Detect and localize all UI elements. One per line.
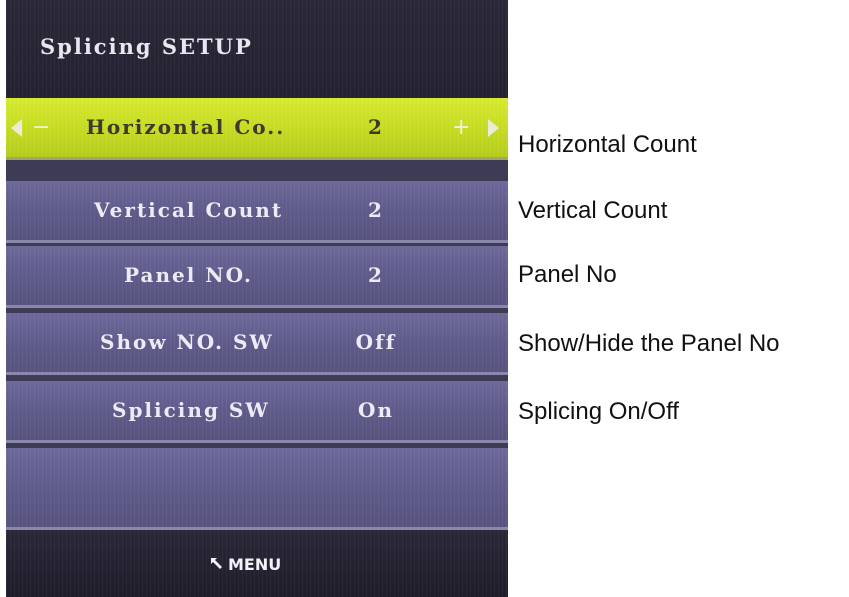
return-arrow-icon: [211, 558, 222, 569]
menu-row-value: On: [358, 398, 394, 422]
menu-row-label: Show NO. SW: [100, 330, 274, 354]
menu-row-splicing-sw[interactable]: Splicing SW On: [6, 381, 508, 443]
menu-row-value: Off: [355, 330, 397, 354]
annotation-horizontal-count: Horizontal Count: [518, 131, 697, 158]
annotation-vertical-count: Vertical Count: [518, 197, 668, 224]
osd-title: Splicing SETUP: [40, 34, 253, 59]
menu-row-horizontal-count[interactable]: − Horizontal Co.. 2 +: [6, 98, 508, 160]
menu-row-show-no-sw[interactable]: Show NO. SW Off: [6, 313, 508, 375]
osd-header: Splicing SETUP: [6, 0, 508, 98]
annotation-show-hide-panel-no: Show/Hide the Panel No: [518, 330, 780, 357]
menu-button[interactable]: MENU: [210, 552, 281, 576]
menu-row-value: 2: [368, 198, 384, 222]
osd-menu-panel: Splicing SETUP − Horizontal Co.. 2 + Ver…: [6, 0, 508, 597]
menu-row-empty: [6, 448, 508, 530]
menu-label: MENU: [228, 554, 282, 574]
minus-icon[interactable]: −: [32, 98, 50, 157]
plus-icon[interactable]: +: [452, 98, 470, 157]
menu-row-label: Vertical Count: [94, 198, 284, 222]
left-arrow-icon[interactable]: [11, 119, 22, 137]
menu-row-label: Splicing SW: [112, 398, 270, 422]
osd-footer: MENU: [6, 530, 508, 597]
annotation-panel-no: Panel No: [518, 261, 617, 288]
right-arrow-icon[interactable]: [488, 119, 499, 137]
menu-row-label: Horizontal Co..: [86, 115, 286, 139]
menu-row-value: 2: [368, 263, 384, 287]
annotation-splicing-on-off: Splicing On/Off: [518, 398, 679, 425]
menu-row-panel-no[interactable]: Panel NO. 2: [6, 246, 508, 308]
menu-row-value: 2: [368, 115, 384, 139]
menu-row-vertical-count[interactable]: Vertical Count 2: [6, 181, 508, 243]
menu-row-label: Panel NO.: [124, 263, 253, 287]
